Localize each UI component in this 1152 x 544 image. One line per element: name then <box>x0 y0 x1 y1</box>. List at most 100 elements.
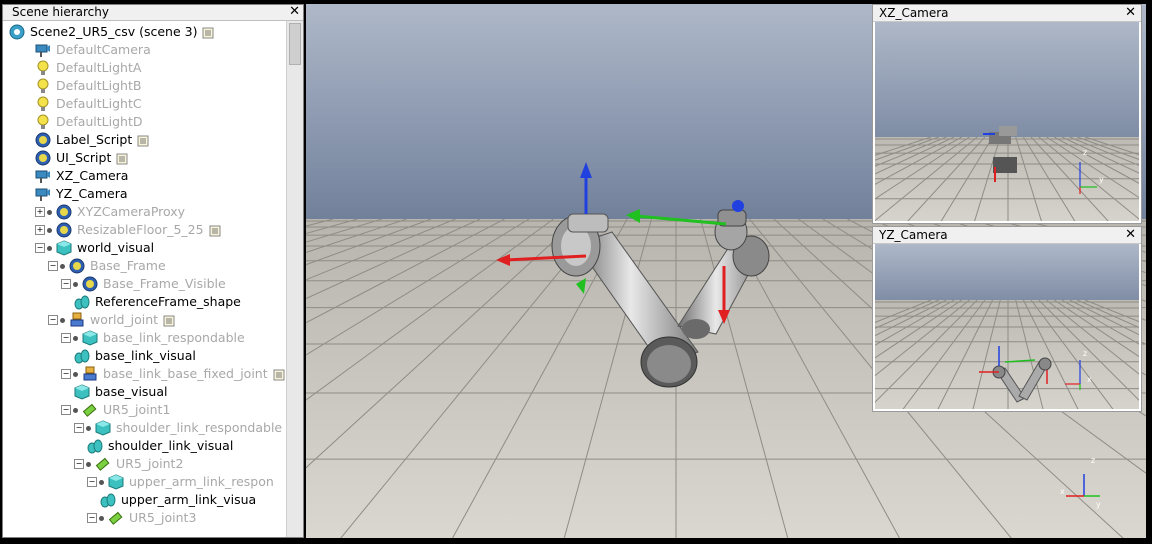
tree-item[interactable]: DefaultLightC <box>35 95 142 113</box>
yz-camera-title-bar: YZ_Camera ✕ <box>873 227 1141 244</box>
tree-item[interactable]: UI_Script <box>35 149 128 167</box>
tree-item-label: DefaultLightB <box>56 78 142 93</box>
tree-item[interactable]: − UR5_joint3 <box>87 509 196 527</box>
tree-item[interactable]: ReferenceFrame_shape <box>74 293 241 311</box>
mesh-icon <box>74 294 90 310</box>
expand-toggle-icon[interactable]: − <box>35 243 45 253</box>
expand-toggle-icon[interactable]: + <box>35 207 45 217</box>
tree-item[interactable]: DefaultLightD <box>35 113 143 131</box>
shape-icon <box>74 384 90 400</box>
script-icon[interactable] <box>273 368 285 381</box>
scrollbar-thumb[interactable] <box>289 23 301 65</box>
expand-toggle-icon[interactable]: − <box>74 423 84 433</box>
expand-toggle-icon[interactable]: − <box>61 333 71 343</box>
tree-item[interactable]: base_visual <box>74 383 168 401</box>
yz-camera-title: YZ_Camera <box>879 228 948 242</box>
expand-toggle-icon[interactable]: − <box>87 477 97 487</box>
tree-item[interactable]: base_link_visual <box>74 347 196 365</box>
script-icon[interactable] <box>202 26 214 39</box>
tree-item[interactable]: Scene2_UR5_csv (scene 3) <box>9 23 214 41</box>
expand-toggle-icon[interactable]: − <box>87 513 97 523</box>
tree-item[interactable]: − shoulder_link_respondable <box>74 419 282 437</box>
mesh-icon <box>100 492 116 508</box>
tree-item[interactable]: DefaultCamera <box>35 41 151 59</box>
tree-item[interactable]: − Base_Frame <box>48 257 166 275</box>
tree-item[interactable]: − world_visual <box>35 239 154 257</box>
visibility-dot-icon <box>73 371 78 377</box>
xz-camera-render: z y <box>875 22 1139 221</box>
close-icon[interactable]: ✕ <box>1125 5 1136 20</box>
visibility-dot-icon <box>60 263 65 269</box>
tree-item-label: upper_arm_link_respon <box>129 474 274 489</box>
tree-item-label: world_visual <box>77 240 155 255</box>
tree-item[interactable]: − upper_arm_link_respon <box>87 473 274 491</box>
mesh-icon <box>87 438 103 454</box>
tree-item-label: UR5_joint3 <box>129 510 197 525</box>
tree-item-label: DefaultCamera <box>56 42 151 57</box>
script-icon[interactable] <box>209 224 221 237</box>
close-icon[interactable]: ✕ <box>1125 227 1136 242</box>
shape-icon <box>95 420 111 436</box>
camera-icon <box>35 168 51 184</box>
tree-item-label: shoulder_link_respondable <box>116 420 283 435</box>
scene-hierarchy-panel: Scene hierarchy ✕ Scene2_UR5_csv (scene … <box>2 4 304 538</box>
tree-item[interactable]: − base_link_respondable <box>61 329 245 347</box>
axis-label-x: x <box>1060 487 1065 496</box>
vertical-scrollbar[interactable] <box>286 21 303 537</box>
expand-toggle-icon[interactable]: + <box>35 225 45 235</box>
tree-item-label: Base_Frame <box>90 258 166 273</box>
script-icon[interactable] <box>163 314 175 327</box>
close-icon[interactable]: ✕ <box>289 5 300 19</box>
xz-axis-z: z <box>1083 148 1087 157</box>
tree-item[interactable]: + ResizableFloor_5_25 <box>35 221 221 239</box>
dummy-icon <box>35 132 51 148</box>
xz-robot-preview: z y <box>983 126 1104 194</box>
visibility-dot-icon <box>86 461 91 467</box>
tree-item-label: upper_arm_link_visua <box>121 492 257 507</box>
light-icon <box>35 78 51 94</box>
tree-item[interactable]: + XYZCameraProxy <box>35 203 185 221</box>
tree-item[interactable]: Label_Script <box>35 131 149 149</box>
tree-item[interactable]: shoulder_link_visual <box>87 437 233 455</box>
tree-item[interactable]: − world_joint <box>48 311 175 329</box>
yz-camera-render: z x <box>875 244 1139 409</box>
tree-item[interactable]: YZ_Camera <box>35 185 128 203</box>
expand-toggle-icon[interactable]: − <box>48 261 58 271</box>
visibility-dot-icon <box>73 407 78 413</box>
tree-item-label: DefaultLightA <box>56 60 142 75</box>
tree-item[interactable]: − Base_Frame_Visible <box>61 275 226 293</box>
dummy-icon <box>35 150 51 166</box>
tree-item[interactable]: − UR5_joint1 <box>61 401 170 419</box>
expand-toggle-icon[interactable]: − <box>61 369 71 379</box>
tree-item[interactable]: DefaultLightB <box>35 77 141 95</box>
tree-item-label: DefaultLightD <box>56 114 143 129</box>
tree-item[interactable]: XZ_Camera <box>35 167 128 185</box>
tree-item-label: XYZCameraProxy <box>77 204 186 219</box>
tree-item-label: base_link_visual <box>95 348 196 363</box>
visibility-dot-icon <box>86 425 91 431</box>
visibility-dot-icon <box>47 245 52 251</box>
tree-item[interactable]: DefaultLightA <box>35 59 141 77</box>
expand-toggle-icon[interactable]: − <box>74 459 84 469</box>
tree-item-label: ReferenceFrame_shape <box>95 294 241 309</box>
tree-item-label: Base_Frame_Visible <box>103 276 226 291</box>
tree-item[interactable]: − UR5_joint2 <box>74 455 183 473</box>
script-icon[interactable] <box>116 152 128 165</box>
tree-item[interactable]: upper_arm_link_visua <box>100 491 256 509</box>
tree-item-label: Scene2_UR5_csv (scene 3) <box>30 24 198 39</box>
xz-camera-title-bar: XZ_Camera ✕ <box>873 5 1141 22</box>
tree-item-label: Label_Script <box>56 132 133 147</box>
xz-camera-view[interactable]: XZ_Camera ✕ z y <box>872 4 1142 224</box>
dummy-icon <box>69 258 85 274</box>
tree-item[interactable]: − base_link_base_fixed_joint <box>61 365 285 383</box>
expand-toggle-icon[interactable]: − <box>61 405 71 415</box>
tree-item-label: shoulder_link_visual <box>108 438 234 453</box>
script-icon[interactable] <box>137 134 149 147</box>
expand-toggle-icon[interactable]: − <box>61 279 71 289</box>
joint-icon <box>82 366 98 382</box>
expand-toggle-icon[interactable]: − <box>48 315 58 325</box>
scene-viewport[interactable]: z x y XZ_Camera ✕ z y YZ_Camera ✕ z x <box>306 4 1146 538</box>
shape-icon <box>56 240 72 256</box>
visibility-dot-icon <box>47 227 52 233</box>
yz-camera-view[interactable]: YZ_Camera ✕ z x <box>872 226 1142 412</box>
